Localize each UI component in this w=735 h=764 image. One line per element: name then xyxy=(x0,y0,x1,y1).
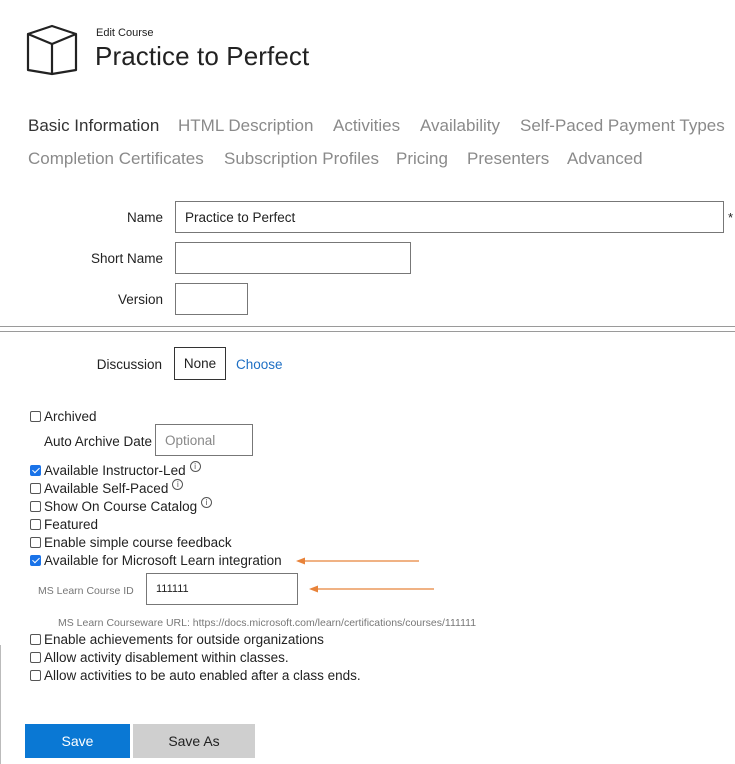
option-featured[interactable]: Featured xyxy=(30,517,98,532)
ms-learn-id-label: MS Learn Course ID xyxy=(38,585,134,597)
section-divider-top xyxy=(0,326,735,327)
choose-discussion-link[interactable]: Choose xyxy=(236,357,283,372)
course-catalog-label: Show On Course Catalog xyxy=(44,499,198,514)
ms-learn-url-text: MS Learn Courseware URL: https://docs.mi… xyxy=(58,617,477,629)
option-show-on-course-catalog[interactable]: Show On Course Catalog i xyxy=(30,497,213,514)
name-input[interactable] xyxy=(175,201,724,233)
option-available-instructor-led[interactable]: Available Instructor-Led i xyxy=(30,461,201,478)
page-title: Practice to Perfect xyxy=(95,41,310,71)
annotation-arrow xyxy=(296,557,419,565)
page-subtitle: Edit Course xyxy=(96,27,154,39)
tab-basic-information[interactable]: Basic Information xyxy=(28,116,159,136)
auto-enable-label: Allow activities to be auto enabled afte… xyxy=(44,668,361,683)
option-available-self-paced[interactable]: Available Self-Paced i xyxy=(30,479,184,496)
instructor-led-checkbox[interactable] xyxy=(30,465,41,476)
auto-enable-checkbox[interactable] xyxy=(30,670,41,681)
feedback-checkbox[interactable] xyxy=(30,537,41,548)
info-icon[interactable]: i xyxy=(172,479,184,490)
activity-disablement-checkbox[interactable] xyxy=(30,652,41,663)
version-input[interactable] xyxy=(175,283,248,315)
name-label: Name xyxy=(126,210,163,225)
ms-learn-course-id-input[interactable] xyxy=(146,573,298,605)
instructor-led-label: Available Instructor-Led xyxy=(44,463,186,478)
auto-archive-date-input[interactable] xyxy=(155,424,253,456)
featured-label: Featured xyxy=(44,517,99,532)
required-asterisk: * xyxy=(728,210,734,225)
activity-disablement-label: Allow activity disablement within classe… xyxy=(44,650,289,665)
option-simple-course-feedback[interactable]: Enable simple course feedback xyxy=(30,535,232,550)
tab-availability[interactable]: Availability xyxy=(420,116,500,136)
archived-checkbox[interactable] xyxy=(30,411,41,422)
self-paced-label: Available Self-Paced xyxy=(44,481,169,496)
tab-html-description[interactable]: HTML Description xyxy=(178,116,313,136)
short-name-label: Short Name xyxy=(90,251,163,266)
tab-advanced[interactable]: Advanced xyxy=(567,149,643,169)
feedback-label: Enable simple course feedback xyxy=(44,535,232,550)
archived-option[interactable]: Archived xyxy=(30,409,97,424)
discussion-value: None xyxy=(174,347,226,380)
info-icon[interactable]: i xyxy=(201,497,213,508)
section-divider-bottom xyxy=(0,331,735,332)
option-ms-learn-integration[interactable]: Available for Microsoft Learn integratio… xyxy=(30,553,282,568)
tab-presenters[interactable]: Presenters xyxy=(467,149,549,169)
ms-learn-checkbox[interactable] xyxy=(30,555,41,566)
achievements-label: Enable achievements for outside organiza… xyxy=(44,632,324,647)
save-button[interactable]: Save xyxy=(25,724,130,758)
option-auto-enable-activities[interactable]: Allow activities to be auto enabled afte… xyxy=(30,668,361,683)
version-label: Version xyxy=(117,292,163,307)
course-book-icon xyxy=(26,24,78,76)
tab-self-paced-payment-types[interactable]: Self-Paced Payment Types xyxy=(520,116,725,136)
short-name-input[interactable] xyxy=(175,242,411,274)
save-as-button[interactable]: Save As xyxy=(133,724,255,758)
option-activity-disablement[interactable]: Allow activity disablement within classe… xyxy=(30,650,289,665)
discussion-label: Discussion xyxy=(96,357,162,372)
tab-subscription-profiles[interactable]: Subscription Profiles xyxy=(224,149,379,169)
tab-pricing[interactable]: Pricing xyxy=(396,149,448,169)
option-achievements-outside-orgs[interactable]: Enable achievements for outside organiza… xyxy=(30,632,324,647)
featured-checkbox[interactable] xyxy=(30,519,41,530)
course-catalog-checkbox[interactable] xyxy=(30,501,41,512)
archived-label: Archived xyxy=(44,409,97,424)
tab-activities[interactable]: Activities xyxy=(333,116,400,136)
auto-archive-label: Auto Archive Date xyxy=(44,434,153,449)
annotation-arrow xyxy=(309,585,434,593)
self-paced-checkbox[interactable] xyxy=(30,483,41,494)
ms-learn-label: Available for Microsoft Learn integratio… xyxy=(44,553,282,568)
info-icon[interactable]: i xyxy=(189,461,201,472)
left-border xyxy=(0,645,1,764)
tab-completion-certificates[interactable]: Completion Certificates xyxy=(28,149,204,169)
achievements-checkbox[interactable] xyxy=(30,634,41,645)
